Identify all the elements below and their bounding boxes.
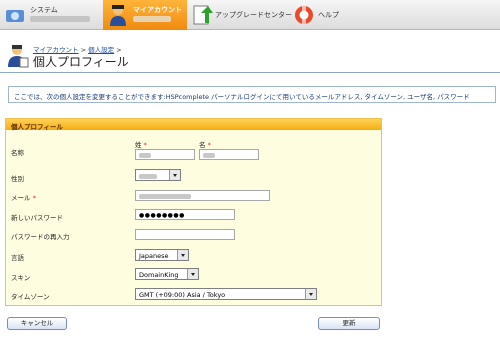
last-name-field[interactable] bbox=[135, 149, 195, 160]
nav-upgrade-center[interactable]: アップグレードセンター bbox=[187, 0, 292, 30]
chevron-down-icon bbox=[187, 269, 198, 279]
nav-my-account-label: マイアカウント bbox=[133, 6, 182, 14]
last-name-label: 姓 * bbox=[135, 141, 147, 149]
nav-system-subtext bbox=[30, 16, 90, 22]
chevron-down-icon bbox=[169, 170, 180, 180]
password-confirm-field[interactable] bbox=[135, 229, 235, 240]
upgrade-icon bbox=[193, 5, 213, 25]
new-password-field[interactable]: ●●●●●●●● bbox=[135, 209, 235, 220]
nav-help[interactable]: ヘルプ bbox=[291, 0, 361, 30]
timezone-select[interactable]: GMT (+09:00) Asia / Tokyo bbox=[135, 288, 317, 300]
profile-form-panel: 個人プロフィール 姓 * 名 * 名称 性別 メール * 新しいパスワード ●●… bbox=[5, 118, 382, 306]
nav-help-label: ヘルプ bbox=[318, 11, 339, 19]
nav-system-label: システム bbox=[30, 6, 58, 14]
nav-my-account-subtext bbox=[133, 16, 171, 22]
profile-icon bbox=[8, 45, 29, 68]
first-name-field[interactable] bbox=[199, 149, 259, 160]
name-label: 名称 bbox=[11, 149, 24, 157]
user-icon bbox=[110, 5, 126, 26]
email-field[interactable] bbox=[135, 190, 270, 201]
nav-system[interactable]: システム bbox=[0, 0, 103, 30]
gender-select[interactable] bbox=[135, 169, 181, 181]
new-password-label: 新しいパスワード bbox=[11, 214, 63, 222]
top-navigation: システム マイアカウント アップグレードセンター ヘルプ bbox=[0, 0, 500, 30]
info-message: ここでは、次の個人設定を変更することができます:HSPcomplete パーソナ… bbox=[8, 86, 496, 103]
system-icon bbox=[6, 10, 24, 22]
title-divider bbox=[0, 72, 500, 73]
password-confirm-label: パスワードの再入力 bbox=[11, 233, 70, 241]
skin-select[interactable]: DomainKing bbox=[135, 268, 199, 280]
update-button[interactable]: 更新 bbox=[318, 317, 380, 330]
panel-title: 個人プロフィール bbox=[6, 119, 381, 131]
chevron-down-icon bbox=[305, 289, 316, 299]
language-label: 言語 bbox=[11, 254, 24, 262]
chevron-down-icon bbox=[177, 250, 188, 260]
nav-upgrade-center-label: アップグレードセンター bbox=[215, 11, 292, 19]
help-icon bbox=[295, 6, 313, 24]
email-label: メール * bbox=[11, 194, 36, 202]
language-select[interactable]: Japanese bbox=[135, 249, 189, 261]
gender-label: 性別 bbox=[11, 175, 24, 183]
nav-my-account[interactable]: マイアカウント bbox=[103, 0, 187, 30]
page-title: 個人プロフィール bbox=[33, 55, 129, 69]
timezone-label: タイムゾーン bbox=[11, 293, 50, 301]
skin-label: スキン bbox=[11, 274, 31, 282]
cancel-button[interactable]: キャンセル bbox=[7, 317, 67, 330]
first-name-label: 名 * bbox=[199, 141, 211, 149]
